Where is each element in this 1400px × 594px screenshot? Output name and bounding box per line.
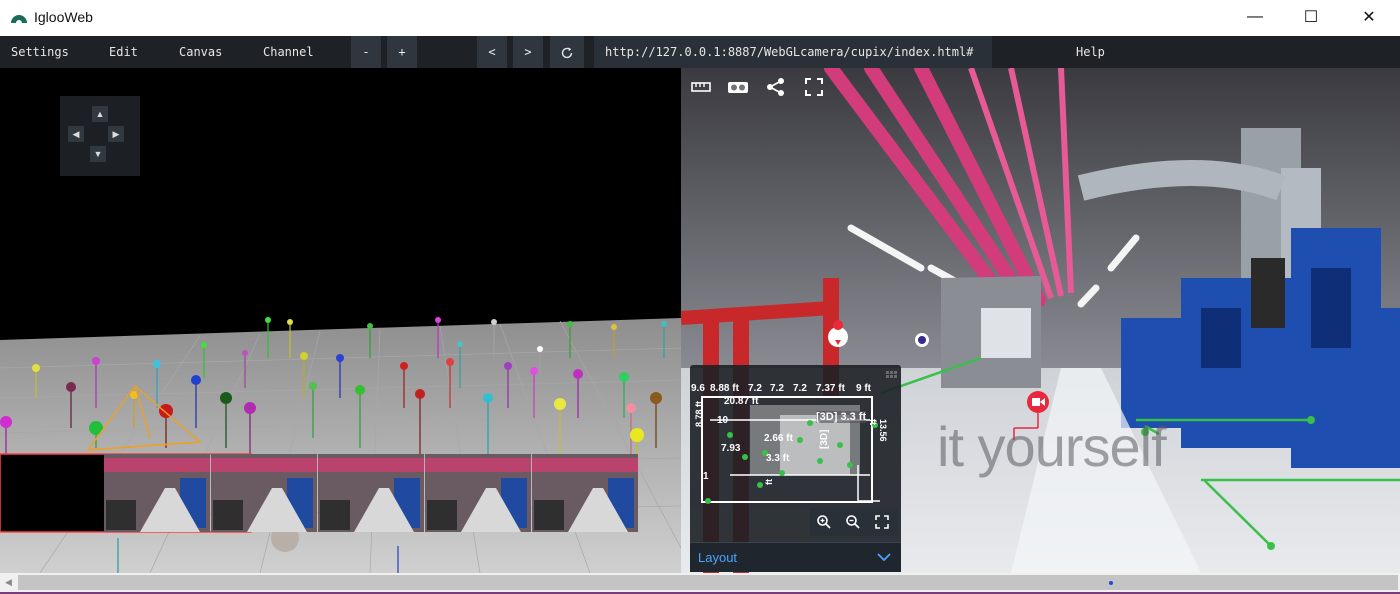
measure-label: ft: [764, 479, 774, 485]
measure-label: 3.3 ft: [766, 453, 790, 464]
measure-label: 7.37 ft: [816, 383, 845, 394]
vr-headset-icon[interactable]: [727, 76, 749, 98]
measure-label: 8.88 ft: [710, 383, 739, 394]
scroll-marker: [1109, 581, 1113, 585]
maximize-icon: ☐: [1303, 9, 1319, 26]
zoom-out-icon[interactable]: [845, 514, 861, 530]
ruler-icon[interactable]: [690, 76, 712, 98]
menu-bar: Settings Edit Canvas Channel - + < > htt…: [0, 36, 1400, 68]
nav-left-button[interactable]: ◀: [68, 126, 84, 142]
measure-label: [3D] 3.3 ft: [816, 411, 867, 423]
layout-label: Layout: [698, 550, 738, 565]
reload-button[interactable]: [550, 36, 584, 68]
minimize-icon: —: [1247, 8, 1263, 25]
share-icon[interactable]: [765, 76, 787, 98]
measure-label: 9.6: [691, 383, 705, 394]
layout-toggle[interactable]: Layout: [690, 542, 901, 572]
measure-label: 7.2: [748, 383, 762, 394]
measure-label: 1: [703, 471, 709, 482]
close-button[interactable]: ✕: [1346, 0, 1392, 34]
scene-view-3d[interactable]: ▲ ◀ ▶ ▼: [0, 68, 681, 573]
reload-icon: [561, 47, 573, 59]
igloo-icon: [11, 15, 27, 23]
fullscreen-icon[interactable]: [803, 76, 825, 98]
menu-settings[interactable]: Settings: [11, 36, 69, 68]
map-zoom-controls: [810, 508, 898, 536]
measure-label: 2.66 ft: [764, 433, 793, 444]
measure-label: 10: [717, 415, 729, 426]
measure-label: [3D]: [819, 429, 830, 449]
zoom-in-button[interactable]: +: [387, 36, 417, 68]
scroll-left-arrow-icon[interactable]: ◀: [2, 576, 15, 589]
nav-up-button[interactable]: ▲: [92, 106, 108, 122]
measure-label: 13.56 ft: [868, 419, 888, 442]
window-title: IglooWeb: [34, 9, 93, 25]
forward-button[interactable]: >: [513, 36, 543, 68]
menu-help[interactable]: Help: [1076, 36, 1105, 68]
maximize-button[interactable]: ☐: [1288, 0, 1334, 34]
measure-label: 20.87 ft: [724, 396, 759, 407]
measure-label: 7.2: [793, 383, 807, 394]
watermark-text: it yourself: [937, 415, 1167, 478]
measure-label: 8.78 ft: [694, 400, 704, 427]
close-icon: ✕: [1362, 9, 1376, 26]
horizontal-scrollbar[interactable]: ◀: [0, 573, 1400, 592]
chevron-down-icon: [877, 553, 891, 562]
zoom-in-icon[interactable]: [816, 514, 832, 530]
navigation-pad: ▲ ◀ ▶ ▼: [60, 96, 140, 176]
expand-map-icon[interactable]: [874, 514, 890, 530]
menu-canvas[interactable]: Canvas: [179, 36, 222, 68]
menu-edit[interactable]: Edit: [109, 36, 138, 68]
title-bar: IglooWeb — ☐ ✕: [0, 0, 1400, 36]
measure-label: 7.2: [770, 383, 784, 394]
measure-label: 9 ft: [856, 383, 871, 394]
layout-minimap-panel[interactable]: 9.6 8.88 ft 7.2 7.2 7.2 7.37 ft 9 ft 20.…: [690, 365, 901, 572]
zoom-out-button[interactable]: -: [351, 36, 381, 68]
nav-down-button[interactable]: ▼: [90, 146, 106, 162]
back-button[interactable]: <: [477, 36, 507, 68]
minimize-button[interactable]: —: [1232, 0, 1278, 34]
url-field[interactable]: http://127.0.0.1:8887/WebGLcamera/cupix/…: [594, 36, 992, 68]
nav-right-button[interactable]: ▶: [108, 126, 124, 142]
scrollbar-thumb[interactable]: [18, 575, 1398, 590]
panorama-view[interactable]: it yourself 9.6 8.88 ft 7.2 7.2 7.2 7.37…: [681, 68, 1400, 573]
menu-channel[interactable]: Channel: [263, 36, 314, 68]
measure-label: 7.93: [721, 443, 741, 454]
